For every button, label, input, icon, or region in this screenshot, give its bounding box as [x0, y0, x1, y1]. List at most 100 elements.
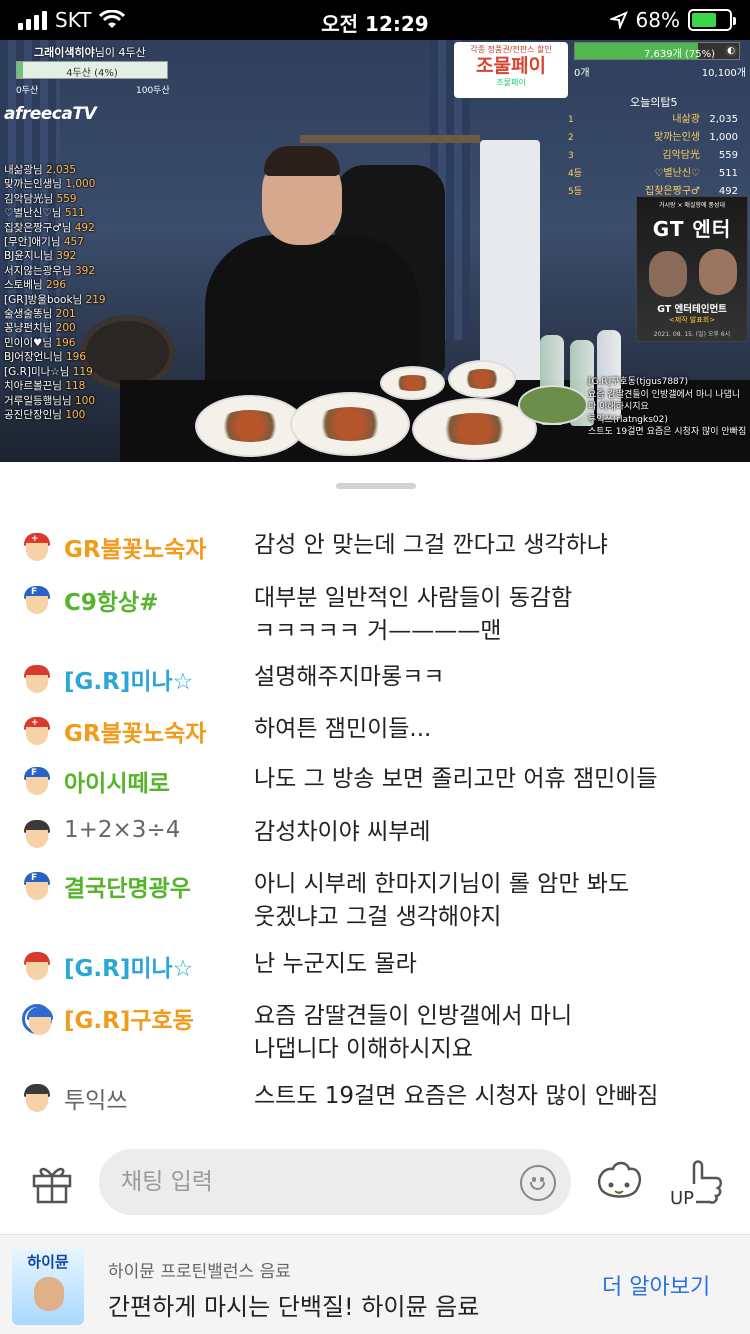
donor-item: 서지않는광우님 392 — [4, 264, 96, 277]
chat-nickname[interactable]: [G.R]미나☆ — [64, 949, 193, 983]
chat-nickname[interactable]: [G.R]미나☆ — [64, 662, 193, 696]
chat-text-line: 나도 그 방송 보면 졸리고만 어휴 잼민이들 — [254, 766, 658, 792]
chat-text: 감성 안 맞는데 그걸 깐다고 생각하냐 — [254, 529, 724, 562]
chat-input-bar: UP — [0, 1138, 750, 1234]
chat-nickname[interactable]: 결국단명광우 — [64, 869, 191, 903]
top5-item: 2 맞까는인생 1,000 — [568, 132, 738, 143]
refrigerator — [480, 140, 540, 390]
battery-icon — [688, 9, 736, 31]
fan-f-avatar-icon[interactable]: F — [22, 767, 52, 797]
red-cross-avatar-icon[interactable]: + — [22, 533, 52, 563]
donor-item: 거루일등행님님 100 — [4, 394, 96, 407]
chat-text-line: 웃겠냐고 그걸 생각해야지 — [254, 904, 502, 930]
fan-f-avatar-icon[interactable]: F — [22, 872, 52, 902]
overlay-chat-text: 요즘 감딸견들이 인방갤에서 마니 나댑니다 이해하시지요 — [588, 389, 741, 413]
chat-text: 아니 시부레 한마지기님이 롤 암만 봐도웃겠냐고 그걸 생각해야지 — [254, 868, 724, 934]
donor-item: 치아르볼끈님 118 — [4, 380, 86, 393]
chat-text: 하여튼 잼민이들... — [254, 713, 724, 746]
overlay-chat-user: [G.R]구호동(tjgus7887) — [588, 377, 689, 387]
donor-item: 내삶광님 2,035 — [4, 164, 77, 176]
gift-icon[interactable] — [30, 1160, 74, 1204]
status-bar: SKT 오전 12:29 68% — [0, 0, 750, 40]
ad-banner[interactable]: 하이뮨 하이뮨 프로틴밸런스 음료 간편하게 마시는 단백질! 하이뮨 음료 더… — [0, 1234, 750, 1334]
donor-item: 술생술똥님 201 — [4, 308, 76, 321]
goal-bar-min: 0개 — [574, 68, 590, 79]
donor-ranking-list: 내삶광님 2,035 맞까는인생님 1,000 김악담光님 559 ♡별난신♡님 51… — [4, 163, 106, 422]
donor-item: 스토베님 296 — [4, 279, 67, 292]
chat-text-line: 스트도 19걸면 요즘은 시청자 많이 안빠짐 — [254, 1083, 659, 1109]
chat-text: 난 누군지도 몰라 — [254, 948, 724, 981]
svg-text:UP: UP — [670, 1188, 694, 1209]
donor-item: 김악담光님 559 — [4, 192, 77, 205]
donor-item: [무안]애기님 457 — [4, 236, 84, 249]
chat-text-line: 감성차이야 씨부레 — [254, 819, 431, 845]
top5-list: 1 내삶광 2,035 2 맞까는인생 1,000 3 김악담光 559 4등 ♡별난신♡ 511 5등… — [566, 111, 748, 201]
emoji-icon[interactable] — [520, 1165, 556, 1201]
ad-product-name: 하이뮨 프로틴밸런스 음료 — [108, 1262, 291, 1282]
chat-text: 대부분 일반적인 사람들이 동감함 ㅋㅋㅋㅋㅋ 거————맨 — [254, 582, 724, 648]
battery-percent: 68% — [635, 8, 680, 32]
chat-text-line: 아니 시부레 한마지기님이 롤 암만 봐도 — [254, 871, 630, 897]
default-avatar-icon[interactable] — [22, 1084, 52, 1114]
top5-item: 3 김악담光 559 — [568, 150, 738, 161]
chat-nickname[interactable]: 투익쓰 — [64, 1081, 127, 1115]
ad-learn-more-link[interactable]: 더 알아보기 — [602, 1269, 710, 1301]
balloon-goal-bar: 7,639개 (75%) ◐ — [574, 42, 740, 60]
donor-item: 집찾은짱구♂님 492 — [4, 221, 95, 234]
live-video-player[interactable]: 그래이색히야님이 4두산 4두산 (4%) 0두산 100두산 afreecaT… — [0, 40, 750, 462]
chat-nickname[interactable]: GR불꽃노숙자 — [64, 530, 206, 564]
donor-item: ♡별난신♡님 511 — [4, 207, 85, 220]
chat-list[interactable]: + GR불꽃노숙자 감성 안 맞는데 그걸 깐다고 생각하냐 F C9항상# 대부분 일반… — [0, 462, 750, 1124]
ad-logo: 하이뮨 — [12, 1247, 84, 1325]
chat-text-line: 설명해주지마롱ㅋㅋ — [254, 664, 445, 690]
ad-headline: 간편하게 마시는 단백질! 하이뮨 음료 — [108, 1293, 480, 1321]
event-poster: 거시랑 × 매실향에 풍성대 GT 엔터 GT 엔터테인먼트 <제작 발표회> … — [636, 196, 748, 342]
chat-text-line: 나댑니다 이해하시지요 — [254, 1036, 473, 1062]
goal-bar-max: 10,100개 — [701, 68, 746, 79]
chat-text: 감성차이야 씨부레 — [254, 816, 724, 849]
donor-item: [G.R]미나☆님 119 — [4, 365, 93, 378]
top5-item: 1 내삶광 2,035 — [568, 114, 738, 125]
chat-text-line: 대부분 일반적인 사람들이 동감함 — [254, 585, 573, 611]
star-balloon-icon[interactable] — [593, 1157, 645, 1209]
donor-item: 맞까는인생님 1,000 — [4, 178, 96, 191]
donor-item: [GR]방울book님 219 — [4, 293, 106, 306]
top5-item: 4등 ♡별난신♡ 511 — [568, 168, 738, 179]
chat-text-line: 난 누군지도 몰라 — [254, 951, 417, 977]
default-avatar-icon[interactable] — [22, 820, 52, 850]
gift-goal-title: 그래이색히야님이 4두산 — [34, 46, 146, 59]
red-cap-avatar-icon[interactable] — [22, 665, 52, 695]
top5-title: 오늘의탑5 — [630, 96, 678, 109]
chat-nickname[interactable]: [G.R]구호동 — [64, 1001, 194, 1035]
fan-f-avatar-icon[interactable]: F — [22, 586, 52, 616]
overlay-chat-text: 스트도 19걸면 요즘은 시청자 많이 안빠짐 — [588, 427, 747, 437]
drag-handle[interactable] — [336, 483, 416, 489]
chat-text-line: ㅋㅋㅋㅋㅋ 거————맨 — [254, 618, 502, 644]
donor-item: 꽁냥펀치님 200 — [4, 322, 76, 335]
chat-text: 스트도 19걸면 요즘은 시청자 많이 안빠짐 — [254, 1080, 724, 1113]
red-cap-avatar-icon[interactable] — [22, 952, 52, 982]
chat-text: 요즘 감딸견들이 인방갤에서 마니나댑니다 이해하시지요 — [254, 1000, 724, 1066]
donor-item: 공진단장인님 100 — [4, 408, 86, 421]
afreecatv-logo: afreecaTV — [4, 104, 97, 124]
chat-nickname[interactable]: GR불꽃노숙자 — [64, 714, 206, 748]
chat-text-line: 하여튼 잼민이들... — [254, 716, 432, 742]
chat-nickname[interactable]: 아이시떼로 — [64, 764, 170, 798]
overlay-ad: 각종 정품권/전판스 할인 조물페이 조물페이 — [454, 42, 568, 98]
system-indicators: 68% — [609, 8, 736, 32]
chat-nickname[interactable]: C9항상# — [64, 583, 158, 617]
thumbs-up-icon[interactable]: UP — [666, 1154, 726, 1216]
info-icon: ◐ — [725, 45, 737, 57]
chat-text: 나도 그 방송 보면 졸리고만 어휴 잼민이들 — [254, 763, 724, 796]
location-arrow-icon — [609, 11, 628, 29]
chat-input[interactable] — [99, 1149, 571, 1215]
chat-nickname[interactable]: 1+2×3÷4 — [64, 817, 180, 843]
donor-item: BJ윤지니님 392 — [4, 250, 77, 263]
ring-avatar-icon[interactable] — [22, 1004, 53, 1035]
gift-goal-min: 0두산 — [16, 86, 39, 96]
chat-text-line: 감성 안 맞는데 그걸 깐다고 생각하냐 — [254, 532, 608, 558]
chat-text-line: 요즘 감딸견들이 인방갤에서 마니 — [254, 1003, 573, 1029]
donor-item: 민이이♥님 196 — [4, 336, 76, 349]
red-cross-avatar-icon[interactable]: + — [22, 717, 52, 747]
chat-text: 설명해주지마롱ㅋㅋ — [254, 661, 724, 694]
